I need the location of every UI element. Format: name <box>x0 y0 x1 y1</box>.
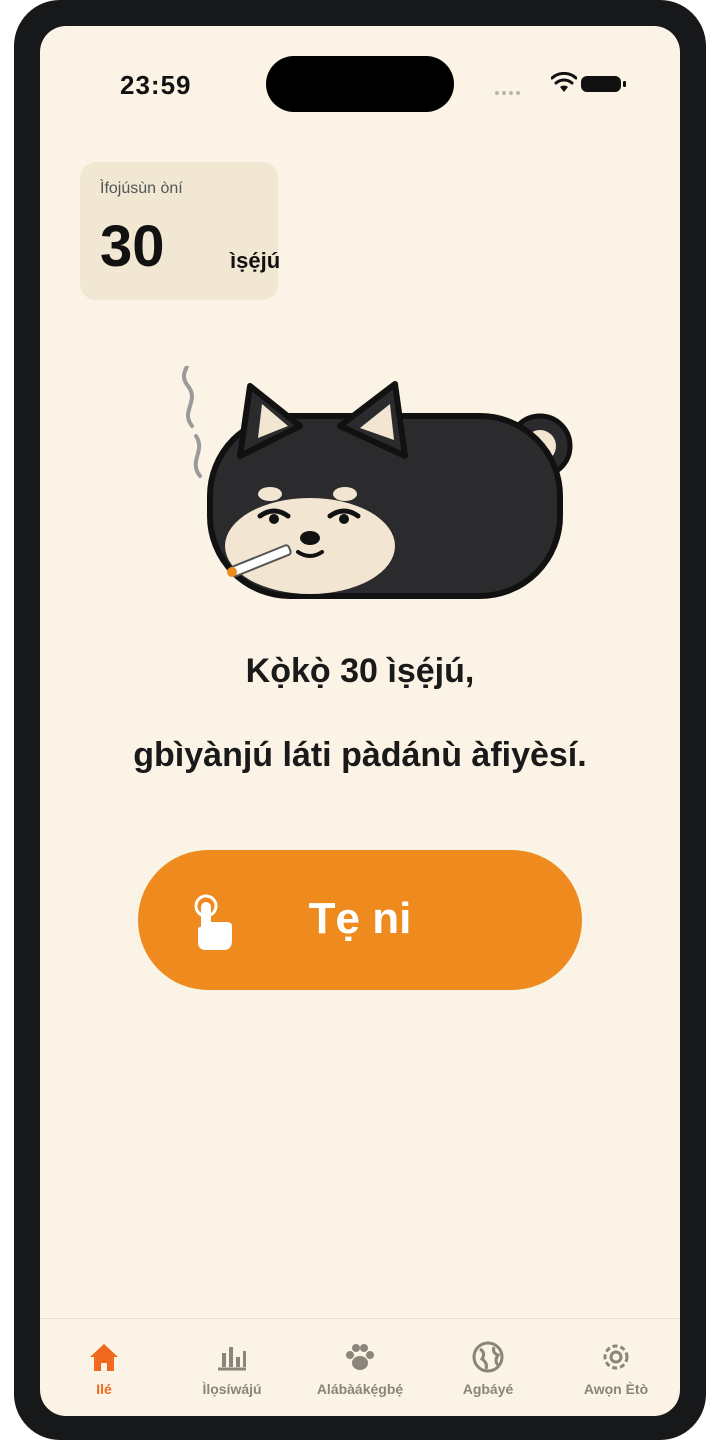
battery-icon <box>581 76 626 92</box>
tab-label: Alábàákẹ́gbẹ́ <box>316 1381 404 1397</box>
focus-goal-card: Ìfojúsùn òní 30 ìṣẹ́jú <box>80 162 281 300</box>
tab-settings[interactable]: Awọn Ètò <box>552 1319 680 1416</box>
tab-label: Ìlọsíwájú <box>202 1381 262 1397</box>
dog-mascot-illustration <box>182 366 573 599</box>
focus-goal-label: Ìfojúsùn òní <box>100 180 183 197</box>
tab-home[interactable]: Ilé <box>40 1319 168 1416</box>
tab-label: Awọn Ètò <box>583 1381 649 1397</box>
paw-icon <box>346 1344 374 1370</box>
tab-progress[interactable]: Ìlọsíwájú <box>168 1319 296 1416</box>
dynamic-island <box>266 56 454 112</box>
status-indicators <box>495 72 635 96</box>
home-icon <box>90 1344 118 1371</box>
tap-button[interactable]: Tẹ ni <box>138 850 582 990</box>
message-line-1: Kọ̀kọ̀ 30 ìṣẹ́jú, <box>245 652 475 690</box>
phone-frame: 23:59 Ìfojúsùn òní 30 ìṣẹ́jú Kọ̀kọ̀ 30 ì… <box>14 0 706 1440</box>
status-time: 23:59 <box>120 70 192 100</box>
message-line-2: gbìyànjú láti pàdánù àfiyèsí. <box>133 736 587 774</box>
tab-label: Ilé <box>96 1381 112 1397</box>
app-screen: 23:59 Ìfojúsùn òní 30 ìṣẹ́jú Kọ̀kọ̀ 30 ì… <box>40 26 680 1416</box>
focus-goal-unit: ìṣẹ́jú <box>230 248 281 273</box>
tap-button-label: Tẹ ni <box>308 894 412 943</box>
bottom-tab-bar: Ilé Ìlọsíwájú Alábàákẹ́gbẹ́ Agbáyé Awọn … <box>40 1318 680 1416</box>
bar-chart-icon <box>218 1347 246 1371</box>
tab-label: Agbáyé <box>462 1381 514 1397</box>
focus-goal-value: 30 <box>100 214 165 279</box>
tab-companion[interactable]: Alábàákẹ́gbẹ́ <box>296 1319 424 1416</box>
tab-world[interactable]: Agbáyé <box>424 1319 552 1416</box>
globe-icon <box>472 1341 504 1373</box>
gear-icon <box>603 1344 629 1370</box>
cellular-signal-icon <box>495 82 523 100</box>
wifi-icon <box>551 72 577 92</box>
